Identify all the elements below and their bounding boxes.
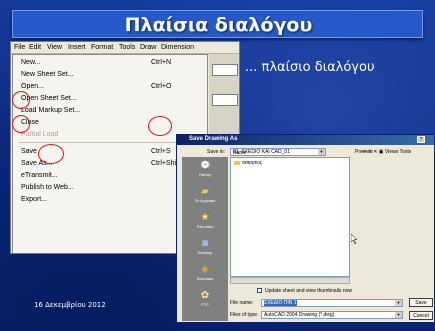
- menu-item-save[interactable]: Save: [21, 148, 37, 155]
- mouse-cursor-icon: [351, 234, 358, 244]
- desktop-icon: ◙: [201, 238, 209, 249]
- place-my-documents[interactable]: ▰ Τα έγγραφά: [182, 185, 228, 207]
- tools-menu[interactable]: Tools: [399, 149, 411, 155]
- ftp-icon: ✿: [200, 290, 210, 301]
- save-in-label: Save in:: [207, 149, 226, 155]
- shortcut-save: Ctrl+S: [151, 148, 171, 155]
- menu-file[interactable]: File: [14, 44, 25, 51]
- slide-date: 16 Δεκεμβρίου 2012: [34, 301, 106, 309]
- folder-icon: [234, 160, 240, 165]
- menu-item-new-sheet-set[interactable]: New Sheet Set...: [21, 71, 74, 78]
- menu-view[interactable]: View: [47, 44, 62, 51]
- documents-icon: ▰: [201, 186, 209, 197]
- place-favorites[interactable]: ★ Favorites: [182, 211, 228, 233]
- highlight-circle-ctrl-o: [148, 116, 172, 136]
- menu-item-etransmit[interactable]: eTransmit...: [21, 172, 58, 179]
- update-thumbnails-label: Update sheet and view thumbnails now: [265, 288, 352, 294]
- toolbar-combo[interactable]: [212, 94, 238, 106]
- shortcut-open: Ctrl+O: [151, 83, 172, 90]
- help-button[interactable]: ?: [417, 136, 425, 143]
- menu-item-open[interactable]: Open...: [21, 83, 44, 90]
- place-desktop[interactable]: ◙ Desktop: [182, 237, 228, 259]
- cancel-button[interactable]: Cancel: [409, 311, 433, 320]
- place-buzzsaw[interactable]: ◈ Buzzsaw: [182, 263, 228, 285]
- slide-subtitle: ... πλαίσιο διαλόγου: [245, 60, 375, 75]
- file-type-value: AutoCAD 2004 Drawing (*.dwg): [264, 312, 335, 318]
- place-history[interactable]: ⌚ History: [182, 159, 228, 181]
- chevron-down-icon[interactable]: ▼: [395, 300, 402, 306]
- menubar: File Edit View Insert Format Tools Draw …: [11, 42, 239, 54]
- menu-item-publish-to-web[interactable]: Publish to Web...: [21, 184, 74, 191]
- buzzsaw-icon: ◈: [201, 264, 209, 275]
- save-drawing-dialog: Save Drawing As ? Save in: 01_SXEDIO KAI…: [176, 134, 435, 323]
- name-column-header[interactable]: Name: [233, 150, 246, 156]
- update-thumbnails-checkbox[interactable]: [257, 288, 262, 293]
- menu-item-export[interactable]: Export...: [21, 196, 47, 203]
- file-name-input[interactable]: ΣΧΕΔΙΟ ΠΙΝ 1 ▼: [261, 299, 403, 307]
- highlight-circle-open: [12, 115, 30, 133]
- menu-dimension[interactable]: Dimension: [161, 44, 194, 51]
- shortcut-new: Ctrl+N: [151, 59, 172, 66]
- dialog-titlebar: Save Drawing As ?: [177, 135, 434, 145]
- preview-pane: [353, 157, 431, 279]
- delete-icon[interactable]: ✕: [373, 149, 377, 155]
- dialog-title: Save Drawing As: [189, 136, 238, 142]
- place-ftp[interactable]: ✿ FTP: [182, 289, 228, 311]
- slide-title: Πλαίσια διαλόγου: [124, 14, 313, 36]
- file-name-value: ΣΧΕΔΙΟ ΠΙΝ 1: [264, 300, 297, 306]
- toolbar-combo[interactable]: [212, 64, 238, 76]
- menu-item-partial-load: Partial Load: [21, 131, 59, 138]
- file-name-label: File name:: [230, 300, 254, 306]
- chevron-down-icon[interactable]: ▼: [318, 149, 325, 155]
- chevron-down-icon[interactable]: ▼: [395, 312, 402, 318]
- file-type-label: Files of type:: [230, 312, 259, 318]
- horizontal-scrollbar[interactable]: [230, 277, 350, 284]
- highlight-circle-save-as: [38, 144, 64, 164]
- views-menu[interactable]: Views: [385, 149, 398, 155]
- menu-separator: [19, 142, 201, 143]
- highlight-circle-new: [12, 91, 30, 109]
- menu-tools[interactable]: Tools: [119, 44, 135, 51]
- menu-item-new[interactable]: New...: [21, 59, 40, 66]
- slide-title-bar: Πλαίσια διαλόγου: [12, 10, 423, 38]
- menu-edit[interactable]: Edit: [29, 44, 41, 51]
- menu-draw[interactable]: Draw: [140, 44, 156, 51]
- star-icon: ★: [200, 212, 210, 223]
- new-folder-icon[interactable]: ▣: [379, 149, 384, 155]
- preview-label: Preview: [355, 149, 373, 155]
- menu-item-load-markup-set[interactable]: Load Markup Set...: [21, 107, 80, 114]
- history-icon: ⌚: [199, 160, 212, 171]
- places-bar: ⌚ History ▰ Τα έγγραφά ★ Favorites ◙ Des…: [182, 157, 228, 321]
- file-list[interactable]: Name ασκησεις: [230, 150, 350, 277]
- save-button[interactable]: Save: [409, 298, 433, 307]
- menu-insert[interactable]: Insert: [68, 44, 86, 51]
- list-item[interactable]: ασκησεις: [234, 160, 262, 166]
- menu-format[interactable]: Format: [91, 44, 113, 51]
- file-type-select[interactable]: AutoCAD 2004 Drawing (*.dwg) ▼: [261, 311, 403, 319]
